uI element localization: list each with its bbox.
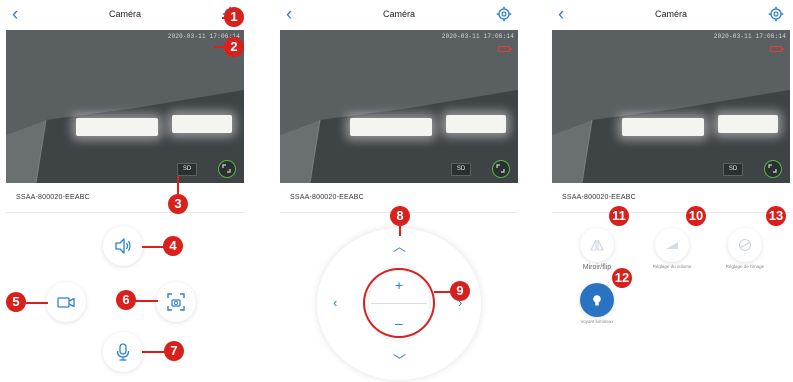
callout-11: 11 (609, 206, 629, 226)
image-adjust-label: Réglage de l'image (725, 264, 765, 269)
callout-leader (134, 300, 158, 302)
sd-button[interactable]: SD (723, 163, 743, 176)
device-name: SSAA-800020-EEABC (16, 194, 90, 201)
image-adjust-icon (738, 238, 752, 252)
microphone-icon (116, 343, 130, 361)
video-feed[interactable]: 2020-03-11 17:06:14 SD (6, 30, 244, 183)
ceiling-light (446, 115, 506, 133)
ceiling-light (718, 115, 778, 133)
mirror-icon (590, 239, 604, 251)
fullscreen-icon[interactable] (218, 160, 236, 178)
video-feed[interactable]: 2020-03-11 17:06:14 SD (280, 30, 518, 183)
fullscreen-icon[interactable] (764, 160, 782, 178)
volume-icon (666, 242, 678, 249)
speaker-button[interactable] (103, 226, 143, 266)
callout-leader (142, 246, 164, 248)
callout-4: 4 (163, 236, 183, 256)
device-bar: SSAA-800020-EEABC (552, 183, 790, 213)
callout-leader (177, 176, 179, 194)
fullscreen-icon[interactable] (492, 160, 510, 178)
callout-3: 3 (168, 194, 188, 214)
callout-10: 10 (686, 206, 706, 226)
callout-9: 9 (450, 281, 470, 301)
gear-icon[interactable] (768, 6, 784, 22)
bulb-icon (593, 295, 601, 306)
device-name: SSAA-800020-EEABC (562, 194, 636, 201)
ceiling-light (76, 118, 158, 136)
volume-label: Réglage du volume (652, 264, 692, 269)
device-bar: SSAA-800020-EEABC (6, 183, 244, 213)
ceiling-image (552, 30, 790, 183)
callout-leader (399, 226, 401, 236)
volume-button[interactable] (655, 228, 689, 262)
battery-icon (498, 46, 512, 52)
timestamp: 2020-03-11 17:06:14 (441, 33, 514, 40)
callout-leader (142, 351, 166, 353)
ceiling-light (622, 118, 704, 136)
callout-ring (363, 268, 435, 338)
camera-screen-2: ‹ Caméra 2020-03-11 17:06:14 SD SSAA-800… (280, 0, 518, 382)
record-icon (57, 297, 75, 308)
ceiling-image (280, 30, 518, 183)
top-bar: ‹ Caméra (280, 0, 518, 30)
device-name: SSAA-800020-EEABC (290, 194, 364, 201)
speaker-icon (115, 238, 131, 254)
page-title: Caméra (108, 9, 141, 19)
microphone-button[interactable] (103, 332, 143, 372)
top-bar: ‹ Caméra (6, 0, 244, 30)
chevron-up-icon[interactable]: ︿ (393, 240, 406, 253)
ceiling-light (350, 118, 432, 136)
indicator-light-label: Voyant lumineux (580, 319, 614, 324)
screenshot-button[interactable] (156, 282, 196, 322)
camera-screen-1: ‹ Caméra 2020-03-11 17:06:14 SD SSAA-800… (6, 0, 244, 382)
video-feed[interactable]: 2020-03-11 17:06:14 SD (552, 30, 790, 183)
indicator-light-button[interactable] (580, 283, 614, 317)
chevron-left-icon[interactable]: ‹ (333, 296, 337, 309)
ceiling-light (172, 115, 232, 133)
callout-2: 2 (224, 37, 244, 57)
ptz-control[interactable]: ︿ ﹀ ‹ › + – (317, 228, 481, 380)
gear-icon[interactable] (496, 6, 512, 22)
top-bar: ‹ Caméra (552, 0, 790, 30)
sd-button[interactable]: SD (177, 163, 197, 176)
ceiling-image (6, 30, 244, 183)
page-title: Caméra (654, 9, 687, 19)
callout-7: 7 (164, 341, 184, 361)
timestamp: 2020-03-11 17:06:14 (713, 33, 786, 40)
camera-screen-3: ‹ Caméra 2020-03-11 17:06:14 SD SSAA-800… (552, 0, 790, 382)
callout-1: 1 (224, 7, 244, 27)
sd-button[interactable]: SD (451, 163, 471, 176)
page-title: Caméra (382, 9, 415, 19)
screenshot-icon (167, 293, 185, 311)
callout-leader (26, 302, 48, 304)
record-button[interactable] (46, 282, 86, 322)
mirror-button[interactable] (580, 228, 614, 262)
callout-8: 8 (390, 206, 410, 226)
battery-icon (770, 46, 784, 52)
callout-5: 5 (6, 292, 26, 312)
callout-13: 13 (766, 206, 786, 226)
callout-12: 12 (612, 268, 632, 288)
image-adjust-button[interactable] (728, 228, 762, 262)
callout-6: 6 (116, 290, 136, 310)
chevron-down-icon[interactable]: ﹀ (393, 354, 406, 367)
